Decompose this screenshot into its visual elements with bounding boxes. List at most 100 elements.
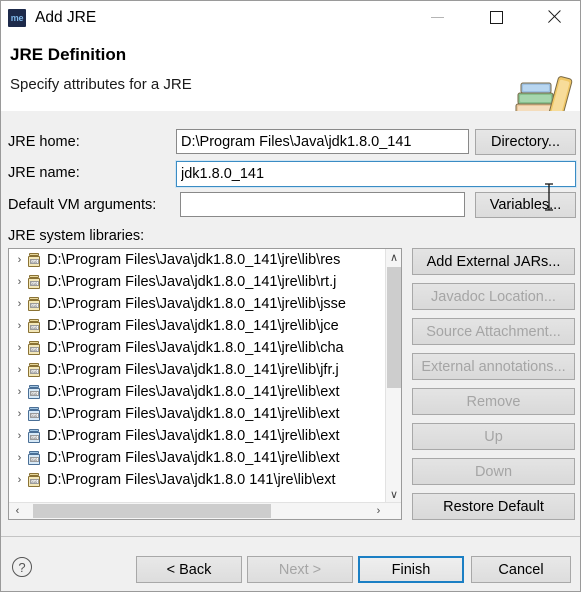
jar-icon: 010 xyxy=(26,428,42,444)
maximize-button[interactable] xyxy=(473,1,519,33)
minimize-button[interactable] xyxy=(414,1,460,33)
jar-icon: 010 xyxy=(26,472,42,488)
list-item-label: D:\Program Files\Java\jdk1.8.0_141\jre\l… xyxy=(47,450,340,466)
list-item[interactable]: › 010 D:\Program Files\Java\jdk1.8.0_141\j… xyxy=(9,315,401,337)
side-button-5: Up xyxy=(412,423,575,450)
expand-arrow-icon[interactable]: › xyxy=(13,474,26,486)
side-button-4: Remove xyxy=(412,388,575,415)
jar-icon-label: 010 xyxy=(29,435,39,440)
jar-icon: 010 xyxy=(26,274,42,290)
jar-icon-label: 010 xyxy=(29,479,39,484)
expand-arrow-icon[interactable]: › xyxy=(13,386,26,398)
dialog-footer: ? < Back Next > Finish Cancel xyxy=(1,537,580,591)
expand-arrow-icon[interactable]: › xyxy=(13,320,26,332)
list-item-label: D:\Program Files\Java\jdk1.8.0_141\jre\l… xyxy=(47,384,340,400)
list-item-label: D:\Program Files\Java\jdk1.8.0_141\jre\l… xyxy=(47,340,344,356)
vm-arguments-label: Default VM arguments: xyxy=(8,197,157,213)
scroll-right-icon[interactable]: › xyxy=(370,503,387,519)
list-item[interactable]: › 010 D:\Program Files\Java\jdk1.8.0_141\j… xyxy=(9,271,401,293)
add-jre-dialog: me Add JRE JRE Definition Specify attrib… xyxy=(0,0,581,592)
list-item[interactable]: › 010 D:\Program Files\Java\jdk1.8.0_141\j… xyxy=(9,403,401,425)
side-button-0[interactable]: Add External JARs... xyxy=(412,248,575,275)
jar-icon-label: 010 xyxy=(29,457,39,462)
variables-button[interactable]: Variables... xyxy=(475,192,576,218)
list-item-label: D:\Program Files\Java\jdk1.8.0_141\jre\l… xyxy=(47,296,346,312)
side-button-6: Down xyxy=(412,458,575,485)
next-button: Next > xyxy=(247,556,353,583)
jar-icon-label: 010 xyxy=(29,391,39,396)
directory-button[interactable]: Directory... xyxy=(475,129,576,155)
scroll-up-icon[interactable]: ∧ xyxy=(386,249,401,266)
expand-arrow-icon[interactable]: › xyxy=(13,298,26,310)
horizontal-scrollbar[interactable]: ‹ › xyxy=(9,502,401,519)
jar-icon: 010 xyxy=(26,384,42,400)
jar-icon-label: 010 xyxy=(29,259,39,264)
expand-arrow-icon[interactable]: › xyxy=(13,342,26,354)
jre-home-label: JRE home: xyxy=(8,134,80,150)
side-button-3: External annotations... xyxy=(412,353,575,380)
list-item[interactable]: › 010 D:\Program Files\Java\jdk1.8.0_141\j… xyxy=(9,447,401,469)
list-item[interactable]: › 010 D:\Program Files\Java\jdk1.8.0_141\j… xyxy=(9,293,401,315)
dialog-body: JRE home: Directory... JRE name: Default… xyxy=(1,111,580,536)
back-button[interactable]: < Back xyxy=(136,556,242,583)
jar-icon-label: 010 xyxy=(29,413,39,418)
jre-system-libraries-label: JRE system libraries: xyxy=(8,228,145,244)
list-item[interactable]: › 010 D:\Program Files\Java\jdk1.8.0_141\j… xyxy=(9,359,401,381)
list-item-label: D:\Program Files\Java\jdk1.8.0_141\jre\l… xyxy=(47,274,337,290)
list-item[interactable]: › 010 D:\Program Files\Java\jdk1.8.0_141\j… xyxy=(9,337,401,359)
expand-arrow-icon[interactable]: › xyxy=(13,254,26,266)
dialog-header: JRE Definition Specify attributes for a … xyxy=(1,35,580,145)
side-button-2: Source Attachment... xyxy=(412,318,575,345)
jre-home-input[interactable] xyxy=(176,129,469,154)
jar-icon-label: 010 xyxy=(29,281,39,286)
jar-icon: 010 xyxy=(26,450,42,466)
jar-icon: 010 xyxy=(26,296,42,312)
vm-arguments-input[interactable] xyxy=(180,192,465,217)
jar-icon: 010 xyxy=(26,318,42,334)
window-title: Add JRE xyxy=(35,9,97,26)
help-icon[interactable]: ? xyxy=(12,557,32,577)
close-icon xyxy=(546,9,562,25)
jar-icon: 010 xyxy=(26,252,42,268)
page-subtitle: Specify attributes for a JRE xyxy=(10,76,192,93)
app-icon: me xyxy=(8,9,26,27)
library-rows: › 010 D:\Program Files\Java\jdk1.8.0_141\j… xyxy=(9,249,401,491)
expand-arrow-icon[interactable]: › xyxy=(13,452,26,464)
side-button-1: Javadoc Location... xyxy=(412,283,575,310)
list-item[interactable]: › 010 D:\Program Files\Java\jdk1.8.0_141\j… xyxy=(9,425,401,447)
expand-arrow-icon[interactable]: › xyxy=(13,430,26,442)
scroll-left-icon[interactable]: ‹ xyxy=(9,503,26,519)
vertical-scroll-thumb[interactable] xyxy=(387,267,401,388)
jar-icon: 010 xyxy=(26,362,42,378)
jre-name-label: JRE name: xyxy=(8,165,80,181)
jre-system-libraries-list[interactable]: › 010 D:\Program Files\Java\jdk1.8.0_141\j… xyxy=(8,248,402,520)
list-item[interactable]: › 010 D:\Program Files\Java\jdk1.8.0_141\j… xyxy=(9,249,401,271)
title-bar: me Add JRE xyxy=(1,1,580,35)
horizontal-scroll-thumb[interactable] xyxy=(33,504,271,518)
close-button[interactable] xyxy=(531,1,577,33)
side-button-7[interactable]: Restore Default xyxy=(412,493,575,520)
list-item-label: D:\Program Files\Java\jdk1.8.0_141\jre\l… xyxy=(47,406,340,422)
jar-icon-label: 010 xyxy=(29,325,39,330)
list-item-label: D:\Program Files\Java\jdk1.8.0_141\jre\l… xyxy=(47,252,341,268)
scroll-down-icon[interactable]: ∨ xyxy=(386,486,401,503)
page-title: JRE Definition xyxy=(10,45,127,64)
list-item-label: D:\Program Files\Java\jdk1.8.0_141\jre\l… xyxy=(47,428,340,444)
finish-button[interactable]: Finish xyxy=(358,556,464,583)
minimize-icon xyxy=(430,16,444,18)
expand-arrow-icon[interactable]: › xyxy=(13,408,26,420)
expand-arrow-icon[interactable]: › xyxy=(13,364,26,376)
maximize-icon xyxy=(489,10,503,24)
vertical-scrollbar[interactable]: ∧ ∨ xyxy=(385,249,401,503)
app-icon-label: me xyxy=(10,12,24,23)
jar-icon: 010 xyxy=(26,406,42,422)
jar-icon-label: 010 xyxy=(29,347,39,352)
jre-name-input[interactable] xyxy=(176,161,576,187)
cancel-button[interactable]: Cancel xyxy=(471,556,571,583)
expand-arrow-icon[interactable]: › xyxy=(13,276,26,288)
list-item[interactable]: › 010 D:\Program Files\Java\jdk1.8.0 141\j… xyxy=(9,469,401,491)
jar-icon-label: 010 xyxy=(29,369,39,374)
list-item[interactable]: › 010 D:\Program Files\Java\jdk1.8.0_141\j… xyxy=(9,381,401,403)
jar-icon-label: 010 xyxy=(29,303,39,308)
list-item-label: D:\Program Files\Java\jdk1.8.0_141\jre\l… xyxy=(47,362,339,378)
